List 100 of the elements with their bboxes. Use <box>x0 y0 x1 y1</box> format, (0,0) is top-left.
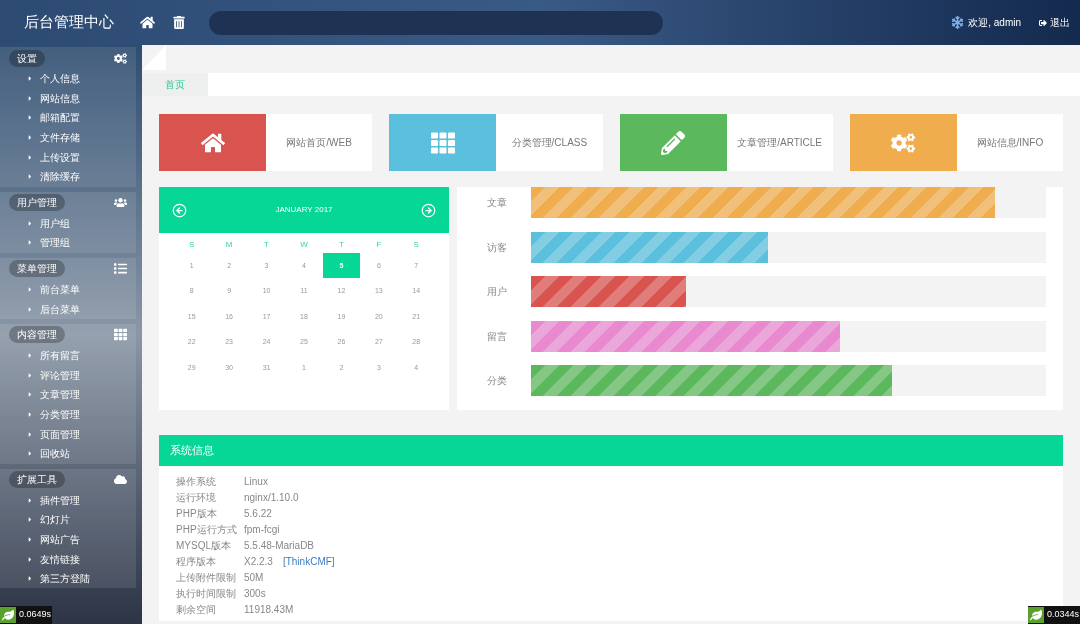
section-title[interactable]: 用户管理 <box>9 194 65 212</box>
weekday-label: W <box>299 239 309 251</box>
section-title[interactable]: 设置 <box>9 49 45 67</box>
sidebar-item[interactable]: 前台菜单 <box>0 279 136 300</box>
info-label: PHP版本 <box>176 506 218 521</box>
card-label: 文章管理/ARTICLE <box>736 136 824 150</box>
previous-icon[interactable] <box>172 202 187 218</box>
home-icon[interactable] <box>140 15 155 30</box>
logout-link[interactable]: 退出 <box>1039 15 1070 30</box>
sidebar-item[interactable]: 后台菜单 <box>0 299 136 319</box>
delete-icon[interactable] <box>173 16 185 29</box>
info-value: 11918.43M <box>244 602 294 617</box>
info-value: Linux <box>244 474 268 489</box>
stat-label: 用户 <box>486 285 508 299</box>
weekday-label: S <box>188 239 196 251</box>
stat-label: 文章 <box>486 196 508 210</box>
tab[interactable]: 首页 <box>142 73 208 96</box>
section-title[interactable]: 内容管理 <box>9 326 65 344</box>
card-label: 分类管理/CLASS <box>510 136 589 150</box>
caret-icon <box>27 239 33 247</box>
sidebar-item[interactable]: 网站信息 <box>0 88 136 109</box>
section-title[interactable]: 菜单管理 <box>9 260 65 278</box>
info-label: 剩余空间 <box>176 602 217 617</box>
section-title[interactable]: 扩展工具 <box>9 471 65 488</box>
info-value: nginx/1.10.0 <box>244 490 299 505</box>
card-label: 网站信息/INFO <box>975 136 1045 150</box>
weekday-label: M <box>224 239 234 251</box>
caret-icon <box>27 411 33 418</box>
caret-icon <box>27 75 33 83</box>
info-value: 5.6.22 <box>244 506 272 521</box>
stat-label: 分类 <box>486 374 508 388</box>
info-label: 运行环境 <box>176 490 217 505</box>
info-label: 执行时间限制 <box>176 586 237 601</box>
cloud-icon <box>114 473 127 486</box>
app-title: 后台管理中心 <box>23 12 115 33</box>
sidebar-item[interactable]: 上传设置 <box>0 147 136 167</box>
info-label: PHP运行方式 <box>176 522 238 537</box>
snowflake-icon <box>951 16 965 29</box>
sidebar-item[interactable]: 插件管理 <box>0 490 136 511</box>
grid-icon <box>114 328 127 342</box>
gears-icon <box>114 51 127 65</box>
thinkcmf-link[interactable]: [ThinkCMF] <box>282 553 335 569</box>
sidebar-item[interactable]: 所有留言 <box>0 345 136 366</box>
leaf-icon <box>0 607 16 623</box>
sidebar-item[interactable]: 回收站 <box>0 443 136 464</box>
weekday-label: F <box>375 239 383 251</box>
info-label: 操作系统 <box>176 474 217 489</box>
sidebar-item[interactable]: 分类管理 <box>0 404 136 425</box>
search-field[interactable] <box>209 10 663 35</box>
sidebar-item[interactable]: 第三方登陆 <box>0 568 136 589</box>
sidebar-item[interactable]: 管理组 <box>0 233 136 253</box>
caret-icon <box>27 516 33 524</box>
info-value: 50M <box>244 570 264 585</box>
sidebar-item[interactable]: 幻灯片 <box>0 510 136 530</box>
caret-icon <box>27 391 33 399</box>
caret-icon <box>27 114 33 122</box>
caret-icon <box>27 496 33 504</box>
caret-icon <box>27 352 33 360</box>
caret-icon <box>27 430 33 438</box>
info-value: X2.2.3 <box>244 554 273 569</box>
sidebar-item[interactable]: 个人信息 <box>0 69 136 89</box>
quick-link-card[interactable]: 文章管理/ARTICLE <box>619 114 833 171</box>
quick-link-card[interactable]: 网站首页/WEB <box>159 114 373 171</box>
info-label: MYSQL版本 <box>176 538 232 553</box>
sidebar-item[interactable]: 用户组 <box>0 213 136 234</box>
users-icon <box>114 196 127 210</box>
caret-icon <box>27 575 33 583</box>
caret-icon <box>27 450 33 458</box>
pencil-icon <box>661 130 685 155</box>
sidebar-item[interactable]: 页面管理 <box>0 424 136 444</box>
caret-icon <box>27 536 33 543</box>
sidebar-item[interactable]: 清除缓存 <box>0 166 136 187</box>
stat-label: 留言 <box>486 329 508 344</box>
quick-link-card[interactable]: 分类管理/CLASS <box>389 114 603 171</box>
sidebar-item[interactable]: 评论管理 <box>0 365 136 386</box>
info-value: fpm-fcgi <box>244 522 280 537</box>
grid-icon <box>430 130 455 155</box>
caret-icon <box>27 173 33 181</box>
caret-icon <box>27 371 33 379</box>
next-icon[interactable] <box>421 202 436 218</box>
card-label: 网站首页/WEB <box>285 136 353 150</box>
sidebar-item[interactable]: 文章管理 <box>0 385 136 405</box>
info-label: 程序版本 <box>176 554 217 569</box>
sidebar-item[interactable]: 网站广告 <box>0 529 136 550</box>
caret-icon <box>27 305 33 313</box>
sidebar-item[interactable]: 邮箱配置 <box>0 108 136 128</box>
sidebar-item[interactable]: 友情链接 <box>0 549 136 569</box>
quick-link-card[interactable]: 网站信息/INFO <box>849 114 1063 171</box>
caret-icon <box>27 555 33 563</box>
stat-label: 访客 <box>486 240 508 255</box>
info-value: 5.5.48-MariaDB <box>244 538 315 553</box>
caret-icon <box>27 286 33 294</box>
weekday-label: S <box>412 239 420 251</box>
list-icon <box>114 262 127 276</box>
caret-icon <box>27 134 33 142</box>
info-value: 300s <box>244 586 266 601</box>
calendar-month: JANUARY 2017 <box>275 204 333 216</box>
sidebar-item[interactable]: 文件存储 <box>0 127 136 148</box>
panel-title: 系统信息 <box>170 443 214 459</box>
timer-text: 0.0344s <box>1047 608 1080 622</box>
